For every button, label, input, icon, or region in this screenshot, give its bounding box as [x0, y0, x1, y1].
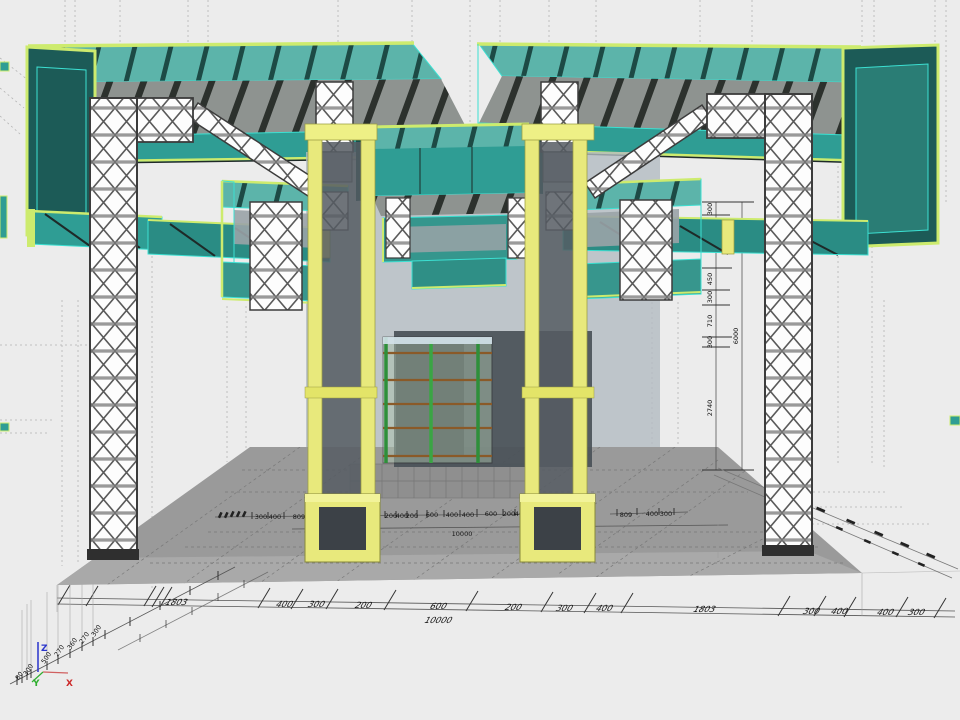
dim-label: 400 — [269, 513, 281, 521]
dim-label: 400 — [462, 511, 474, 519]
dim-total-label: 10000 — [452, 530, 473, 538]
cad-3d-viewport[interactable]: 300 400 809 1691 200 400 200 600 400 400… — [0, 0, 960, 720]
center-left-truss — [386, 198, 410, 258]
axis-x-label: X — [66, 679, 73, 689]
outer-left-tower — [90, 98, 137, 558]
dim-label: 2740 — [706, 400, 714, 417]
left-mid-truss — [250, 202, 302, 310]
dim-label: 200 — [503, 510, 515, 518]
right-yellow-column — [520, 124, 595, 562]
dim-label: 300 — [660, 510, 672, 518]
dim-total-label: 6000 — [732, 328, 740, 345]
left-tower-arm — [135, 98, 193, 142]
outer-right-tower — [765, 94, 812, 554]
dim-label: 600 — [426, 511, 438, 519]
dim-label: 809 — [620, 511, 632, 519]
safety-cage — [383, 337, 492, 463]
cad-scene: 300 400 809 1691 200 400 200 600 400 400… — [0, 0, 960, 720]
dim-label: 300 — [255, 513, 267, 521]
dim-label: 300 — [706, 203, 714, 215]
right-mid-truss — [620, 200, 672, 300]
right-tower-arm — [707, 94, 767, 138]
dim-label: 450 — [706, 273, 714, 285]
dim-label: 300 — [706, 336, 714, 348]
dim-label: 710 — [706, 315, 714, 327]
dim-label: 300 — [706, 291, 714, 303]
left-yellow-column — [305, 124, 380, 562]
dim-label: 600 — [485, 510, 497, 518]
axis-y-label: Y — [32, 679, 40, 689]
axis-z-label: Z — [41, 644, 48, 654]
dim-label: 400 — [446, 511, 458, 519]
dim-label: 200 — [406, 512, 418, 520]
dim-total-label: 10000 — [422, 616, 454, 625]
dim-label: 809 — [293, 513, 305, 521]
dim-label: 400 — [646, 510, 658, 518]
inner-right-tower — [541, 82, 578, 152]
center-tile-strip — [350, 464, 530, 498]
